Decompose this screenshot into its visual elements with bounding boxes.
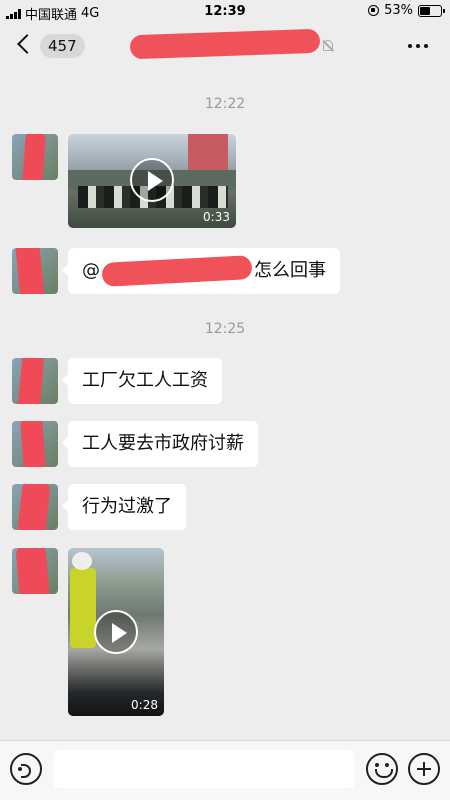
more-icon[interactable] [408,44,428,48]
message-bubble: 工人要去市政府讨薪 [62,421,258,467]
avatar[interactable] [12,134,58,180]
timestamp: 12:22 [204,96,246,112]
avatar[interactable] [12,248,58,294]
video-message[interactable]: 0:28 [68,548,164,716]
timestamp: 12:25 [204,321,246,337]
status-bar: 中国联通 4G 12:39 53% [0,0,450,24]
message-text: 工人要去市政府讨薪 [82,433,244,454]
video-duration: 0:28 [131,698,158,712]
message-bubble: @ 怎么回事 [62,248,340,294]
rotation-lock-icon [368,5,380,16]
message-text: 行为过激了 [82,496,172,517]
input-bar [0,740,450,800]
mute-bell-icon [323,40,333,51]
back-icon[interactable] [17,34,37,54]
avatar[interactable] [12,421,58,467]
battery-icon [418,4,445,17]
video-message[interactable]: 0:33 [68,134,236,228]
avatar[interactable] [12,484,58,530]
message-input[interactable] [54,750,354,788]
chat-header: 457 [0,24,450,70]
emoji-icon[interactable] [366,753,398,785]
battery-percent: 53% [384,3,413,18]
status-right: 53% [368,3,445,18]
avatar[interactable] [12,548,58,594]
message-bubble: 行为过激了 [62,484,186,530]
voice-icon[interactable] [10,753,42,785]
message-text: 工厂欠工人工资 [82,370,208,391]
avatar[interactable] [12,358,58,404]
plus-icon[interactable] [408,753,440,785]
message-bubble: 工厂欠工人工资 [62,358,222,404]
message-text: 怎么回事 [254,260,326,281]
play-icon[interactable] [130,158,174,202]
chat-title-redacted [129,28,321,60]
battery-fill [420,6,430,15]
unread-count-badge[interactable]: 457 [40,34,85,58]
play-icon[interactable] [94,610,138,654]
mention-name-redacted [101,255,253,287]
video-duration: 0:33 [203,210,230,224]
mention-prefix: @ [82,260,100,281]
